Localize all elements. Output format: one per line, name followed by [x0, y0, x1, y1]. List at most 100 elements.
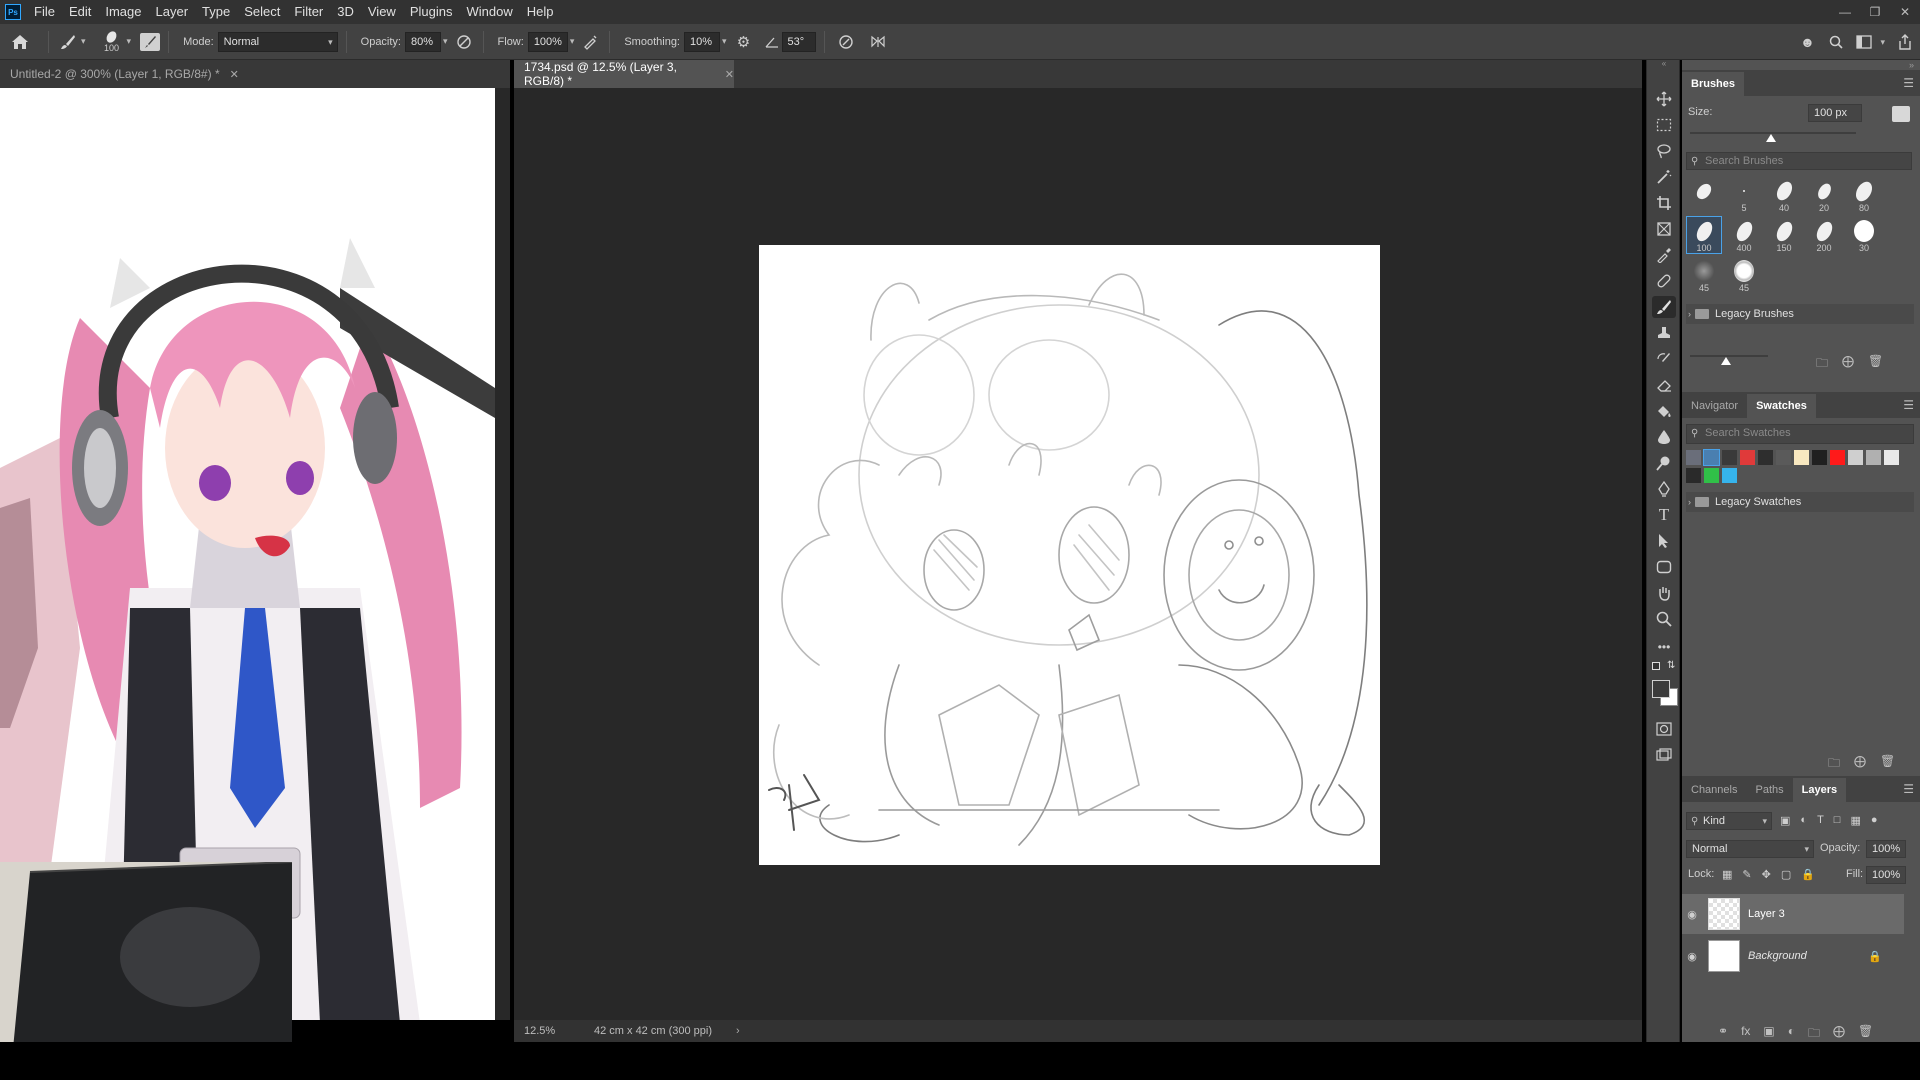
opacity-input[interactable]: 80%: [405, 31, 441, 52]
crop-tool-icon[interactable]: [1652, 192, 1676, 214]
tab-brushes[interactable]: Brushes: [1682, 72, 1745, 96]
close-icon[interactable]: ✕: [1890, 0, 1920, 24]
filter-adjustment-icon[interactable]: ◐: [1800, 814, 1807, 827]
document-info[interactable]: 42 cm x 42 cm (300 ppi): [594, 1025, 712, 1037]
pen-tool-icon[interactable]: [1652, 478, 1676, 500]
brush-preset[interactable]: 30: [1846, 216, 1882, 254]
type-tool-icon[interactable]: T: [1652, 504, 1676, 526]
screen-mode-icon[interactable]: [1652, 744, 1676, 766]
restore-icon[interactable]: ❐: [1860, 0, 1890, 24]
smoothing-settings-gear-icon[interactable]: ⚙: [732, 33, 756, 51]
brush-size-input[interactable]: 100 px: [1808, 104, 1862, 122]
toolbar-collapse-icon[interactable]: «: [1647, 60, 1681, 68]
smoothing-input[interactable]: 10%: [684, 31, 720, 52]
brush-preset[interactable]: 20: [1806, 176, 1842, 214]
move-tool-icon[interactable]: [1652, 88, 1676, 110]
search-swatches-input[interactable]: ⚲ Search Swatches: [1686, 424, 1914, 444]
lock-all-icon[interactable]: 🔒: [1801, 868, 1815, 881]
pressure-size-icon[interactable]: [833, 34, 859, 50]
eye-icon[interactable]: ◉: [1682, 908, 1702, 921]
filter-type-icon[interactable]: T: [1817, 814, 1824, 827]
menu-filter[interactable]: Filter: [287, 0, 330, 24]
brush-size-slider-thumb[interactable]: [1766, 134, 1776, 142]
delete-swatch-icon[interactable]: 🗑: [1880, 754, 1895, 775]
shape-tool-icon[interactable]: [1652, 556, 1676, 578]
search-icon[interactable]: [1822, 35, 1850, 49]
tab-close-icon[interactable]: ✕: [725, 68, 734, 81]
frame-tool-icon[interactable]: [1652, 218, 1676, 240]
panel-collapse-icon[interactable]: »: [1909, 60, 1914, 70]
brush-preset[interactable]: 45: [1686, 256, 1722, 294]
brush-preset[interactable]: 45: [1726, 256, 1762, 294]
color-swatch[interactable]: [1703, 449, 1720, 466]
color-swatch[interactable]: [1848, 450, 1863, 465]
menu-help[interactable]: Help: [520, 0, 561, 24]
brush-create-icon[interactable]: [1892, 106, 1910, 122]
quick-mask-icon[interactable]: [1652, 718, 1676, 740]
new-group-folder-icon[interactable]: 🗀: [1816, 354, 1828, 375]
angle-input[interactable]: 53°: [781, 31, 816, 52]
default-colors-icon[interactable]: [1652, 662, 1660, 670]
tab-swatches[interactable]: Swatches: [1747, 394, 1816, 418]
blend-mode-select[interactable]: Normal ▾: [1686, 840, 1814, 858]
stamp-tool-icon[interactable]: [1652, 322, 1676, 344]
tab-paths[interactable]: Paths: [1746, 778, 1792, 802]
color-swatch[interactable]: [1758, 450, 1773, 465]
tab-untitled-2[interactable]: Untitled-2 @ 300% (Layer 1, RGB/8#) * ✕: [0, 60, 510, 88]
minimize-icon[interactable]: —: [1830, 0, 1860, 24]
filter-toggle-icon[interactable]: ●: [1871, 814, 1878, 827]
color-swatch[interactable]: [1884, 450, 1899, 465]
color-swatch[interactable]: [1740, 450, 1755, 465]
menu-type[interactable]: Type: [195, 0, 237, 24]
tab-layers[interactable]: Layers: [1792, 778, 1847, 802]
hand-tool-icon[interactable]: [1652, 582, 1676, 604]
brush-preview-slider-thumb[interactable]: [1721, 357, 1731, 365]
link-layers-icon[interactable]: ⚭: [1718, 1024, 1728, 1045]
symmetry-butterfly-icon[interactable]: [865, 34, 891, 50]
color-swatch[interactable]: [1686, 468, 1701, 483]
blur-tool-icon[interactable]: [1652, 426, 1676, 448]
tab-channels[interactable]: Channels: [1682, 778, 1746, 802]
airbrush-icon[interactable]: [579, 34, 601, 50]
delete-layer-icon[interactable]: 🗑: [1858, 1024, 1873, 1045]
layer-row-layer-3[interactable]: ◉ Layer 3: [1682, 894, 1904, 934]
tab-1734-psd[interactable]: 1734.psd @ 12.5% (Layer 3, RGB/8) * ✕: [514, 60, 734, 88]
foreground-color-swatch[interactable]: [1652, 680, 1670, 698]
menu-plugins[interactable]: Plugins: [403, 0, 460, 24]
share-user-icon[interactable]: ☻: [1792, 34, 1822, 50]
zoom-tool-icon[interactable]: [1652, 608, 1676, 630]
panel-menu-icon[interactable]: ☰: [1903, 782, 1914, 796]
healing-brush-tool-icon[interactable]: [1652, 270, 1676, 292]
lock-image-brush-icon[interactable]: ✎: [1742, 868, 1751, 881]
filter-shape-icon[interactable]: □: [1834, 814, 1841, 827]
lock-transparent-icon[interactable]: ▦: [1722, 868, 1732, 881]
color-swatch[interactable]: [1794, 450, 1809, 465]
tab-close-icon[interactable]: ✕: [230, 68, 239, 81]
pressure-opacity-icon[interactable]: [453, 34, 475, 50]
layer-filter-kind-select[interactable]: ⚲ Kind ▾: [1686, 812, 1772, 830]
brush-preset[interactable]: 400: [1726, 216, 1762, 254]
magic-wand-tool-icon[interactable]: [1652, 166, 1676, 188]
marquee-tool-icon[interactable]: [1652, 114, 1676, 136]
layer-row-background[interactable]: ◉ Background 🔒: [1682, 936, 1902, 976]
menu-select[interactable]: Select: [237, 0, 287, 24]
filter-pixel-icon[interactable]: ▣: [1780, 814, 1790, 827]
legacy-brushes-folder[interactable]: › Legacy Brushes: [1686, 304, 1914, 324]
color-swatch[interactable]: [1866, 450, 1881, 465]
menu-layer[interactable]: Layer: [149, 0, 196, 24]
brush-tool-icon[interactable]: [1652, 296, 1676, 318]
eraser-tool-icon[interactable]: [1652, 374, 1676, 396]
history-brush-tool-icon[interactable]: [1652, 348, 1676, 370]
menu-file[interactable]: File: [27, 0, 62, 24]
menu-window[interactable]: Window: [459, 0, 519, 24]
brush-settings-toggle-icon[interactable]: [140, 32, 161, 51]
menu-view[interactable]: View: [361, 0, 403, 24]
lasso-tool-icon[interactable]: [1652, 140, 1676, 162]
menu-edit[interactable]: Edit: [62, 0, 98, 24]
more-tools-icon[interactable]: •••: [1652, 636, 1676, 658]
swap-colors-icon[interactable]: ⇅: [1667, 660, 1675, 671]
flow-caret-icon[interactable]: ▾: [570, 36, 575, 47]
export-share-icon[interactable]: [1890, 34, 1920, 50]
brush-preset-caret-icon[interactable]: ▾: [127, 36, 132, 47]
workspace-icon[interactable]: [1850, 35, 1878, 49]
